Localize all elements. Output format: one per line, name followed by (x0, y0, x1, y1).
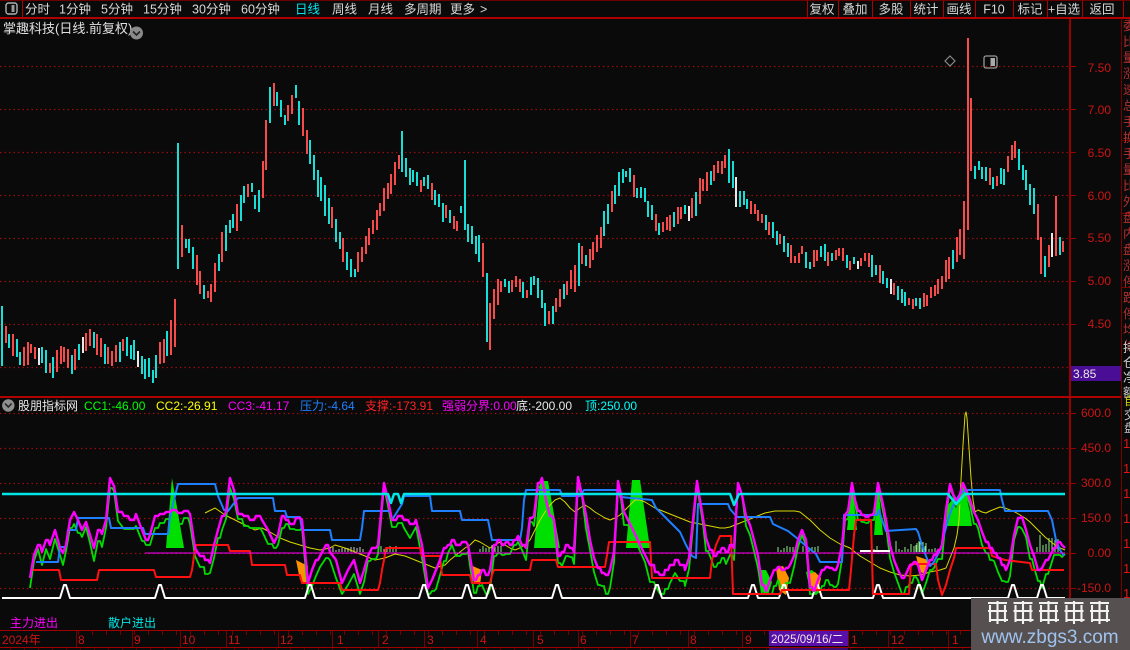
svg-text:1: 1 (337, 633, 344, 647)
svg-text:5: 5 (537, 633, 544, 647)
svg-text:8: 8 (78, 633, 85, 647)
svg-text:交: 交 (1124, 407, 1130, 422)
svg-text:主力进出: 主力进出 (10, 616, 58, 630)
svg-text:7.00: 7.00 (1088, 103, 1112, 117)
svg-text:2: 2 (382, 633, 389, 647)
svg-text:散户进出: 散户进出 (108, 615, 156, 630)
svg-text:4.50: 4.50 (1088, 317, 1112, 331)
svg-text:1: 1 (1123, 486, 1130, 501)
svg-text:www.zbgs3.com: www.zbgs3.com (980, 627, 1118, 648)
svg-text:1: 1 (1123, 511, 1130, 526)
svg-text:支撑:-173.91: 支撑:-173.91 (365, 398, 433, 413)
svg-text:压力:-4.64: 压力:-4.64 (300, 399, 355, 413)
svg-text:1: 1 (1123, 536, 1130, 551)
svg-text:CC2:-26.91: CC2:-26.91 (156, 399, 218, 413)
svg-text:6.50: 6.50 (1088, 146, 1112, 160)
svg-text:返回: 返回 (1089, 3, 1114, 17)
svg-text:3: 3 (427, 633, 434, 647)
svg-text:仓: 仓 (1123, 356, 1130, 370)
svg-text:涨: 涨 (1123, 258, 1130, 273)
svg-text:更多: 更多 (450, 3, 475, 17)
svg-text:内: 内 (1123, 227, 1130, 241)
svg-text:复权: 复权 (809, 2, 835, 17)
svg-text:5.00: 5.00 (1088, 274, 1112, 288)
svg-text:叠加: 叠加 (842, 3, 867, 17)
svg-text:9: 9 (745, 633, 752, 647)
svg-text:+自选: +自选 (1048, 3, 1081, 17)
svg-text:盘: 盘 (1123, 242, 1130, 257)
svg-text:300.0: 300.0 (1081, 476, 1111, 490)
svg-text:多股: 多股 (878, 3, 904, 17)
svg-text:0.00: 0.00 (1088, 546, 1112, 560)
svg-text:外: 外 (1123, 195, 1130, 209)
svg-text:底:-200.00: 底:-200.00 (516, 398, 572, 413)
svg-text:1: 1 (1123, 561, 1130, 576)
svg-text:分时: 分时 (25, 3, 51, 17)
svg-text:1: 1 (952, 633, 959, 647)
svg-text:顶:250.00: 顶:250.00 (585, 399, 637, 413)
svg-text:涨: 涨 (1123, 66, 1130, 81)
svg-text:9: 9 (134, 633, 141, 647)
svg-text:标记: 标记 (1017, 3, 1043, 17)
svg-text:1: 1 (1123, 436, 1130, 451)
svg-text:量: 量 (1123, 51, 1130, 65)
svg-text:6.00: 6.00 (1088, 189, 1112, 203)
svg-text:F10: F10 (983, 3, 1005, 17)
svg-text:速: 速 (1123, 83, 1130, 97)
svg-text:净: 净 (1123, 371, 1130, 385)
svg-text:比: 比 (1123, 35, 1130, 49)
svg-text:停: 停 (1123, 274, 1130, 289)
svg-text:12: 12 (280, 633, 294, 647)
svg-text:5.50: 5.50 (1088, 231, 1112, 245)
svg-text:12: 12 (891, 633, 905, 647)
svg-text:比: 比 (1123, 179, 1130, 193)
svg-text:换: 换 (1123, 131, 1130, 145)
svg-text:画线: 画线 (946, 3, 972, 17)
svg-text:-150.0: -150.0 (1077, 581, 1111, 595)
svg-text:CC1:-46.00: CC1:-46.00 (84, 399, 146, 413)
svg-text:60分钟: 60分钟 (241, 2, 280, 17)
svg-text:手: 手 (1123, 115, 1130, 129)
svg-text:量: 量 (1123, 163, 1130, 177)
svg-text:月线: 月线 (368, 3, 394, 17)
svg-text:1: 1 (851, 633, 858, 647)
svg-text:450.0: 450.0 (1081, 441, 1111, 455)
svg-text:150.0: 150.0 (1081, 511, 1111, 525)
svg-text:15分钟: 15分钟 (143, 2, 182, 17)
svg-text:股朋指标网: 股朋指标网 (18, 398, 78, 413)
svg-text:>: > (480, 3, 487, 17)
svg-text:2024年: 2024年 (2, 633, 41, 647)
svg-text:停: 停 (1123, 306, 1130, 321)
svg-text:10: 10 (182, 633, 196, 647)
svg-text:8: 8 (690, 633, 697, 647)
svg-text:强弱分界:0.00: 强弱分界:0.00 (442, 399, 517, 413)
svg-text:4: 4 (480, 633, 487, 647)
svg-text:跌: 跌 (1123, 290, 1130, 305)
svg-text:手: 手 (1123, 147, 1130, 161)
svg-text:6: 6 (580, 633, 587, 647)
svg-text:委: 委 (1123, 19, 1130, 33)
svg-text:持: 持 (1123, 340, 1130, 355)
svg-text:均: 均 (1123, 323, 1130, 337)
svg-text:盘: 盘 (1123, 210, 1130, 225)
svg-text:自: 自 (1124, 394, 1130, 408)
svg-text:5分钟: 5分钟 (101, 2, 133, 17)
svg-text:统计: 统计 (913, 3, 938, 17)
svg-text:多周期: 多周期 (404, 3, 442, 17)
svg-text:11: 11 (228, 633, 241, 647)
svg-text:1: 1 (1123, 461, 1130, 476)
svg-text:3.85: 3.85 (1073, 367, 1097, 381)
svg-text:1分钟: 1分钟 (59, 2, 91, 17)
svg-text:总: 总 (1123, 99, 1130, 113)
svg-text:30分钟: 30分钟 (192, 2, 231, 17)
svg-text:掌趣科技(日线.前复权): 掌趣科技(日线.前复权) (3, 21, 132, 36)
svg-text:盘: 盘 (1124, 420, 1130, 435)
svg-text:7: 7 (632, 633, 639, 647)
svg-text:7.50: 7.50 (1088, 61, 1112, 75)
svg-text:日线: 日线 (295, 3, 321, 17)
svg-text:2025/09/16/二: 2025/09/16/二 (771, 634, 843, 646)
svg-text:600.0: 600.0 (1081, 406, 1111, 420)
svg-text:CC3:-41.17: CC3:-41.17 (228, 399, 290, 413)
svg-text:周线: 周线 (332, 3, 358, 17)
